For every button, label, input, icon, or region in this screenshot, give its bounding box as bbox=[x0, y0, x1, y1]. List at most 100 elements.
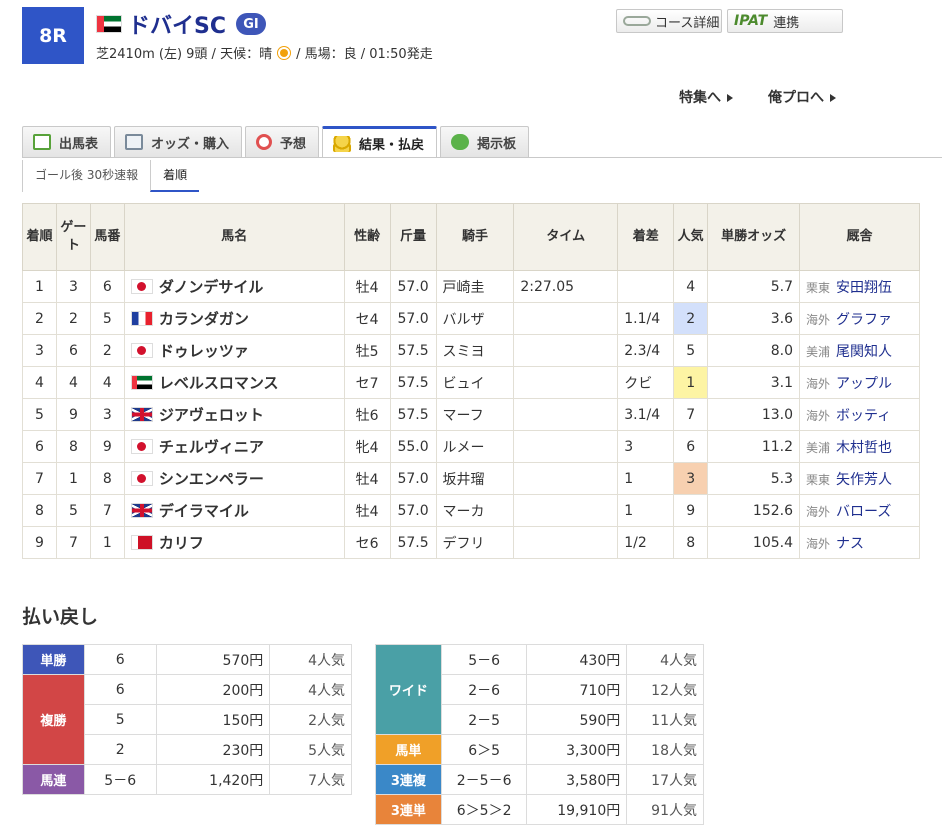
payout-popularity: 17人気 bbox=[626, 764, 704, 795]
payout-row: 3連単 6＞5＞2 19,910円 91人気 bbox=[375, 794, 704, 825]
jockey-link[interactable]: ビュイ bbox=[435, 366, 515, 399]
cell-margin: 1.1/4 bbox=[617, 302, 675, 335]
trainer-link[interactable]: アップル bbox=[836, 376, 892, 392]
cell-weight: 57.0 bbox=[389, 270, 437, 303]
horse-name-link[interactable]: ダノンデサイル bbox=[123, 270, 345, 303]
country-flag-icon bbox=[130, 343, 153, 358]
payout-row: 単勝 6 570円 4人気 bbox=[22, 644, 352, 675]
header-name: 馬名 bbox=[123, 203, 345, 271]
cell-pos: 8 bbox=[22, 494, 57, 527]
payout-row: ワイド 5－6 430円 4人気 bbox=[375, 644, 704, 735]
trainer-link[interactable]: 尾関知人 bbox=[836, 344, 892, 360]
jockey-link[interactable]: 坂井瑠 bbox=[435, 462, 515, 495]
jockey-link[interactable]: 戸崎圭 bbox=[435, 270, 515, 303]
horse-name-link[interactable]: デイラマイル bbox=[123, 494, 345, 527]
payout-amount: 3,300円 bbox=[526, 734, 628, 765]
subtab-quick-result[interactable]: ゴール後 30秒速報 bbox=[22, 160, 150, 192]
cell-time bbox=[513, 494, 619, 527]
race-name: ドバイSC bbox=[128, 14, 226, 39]
payout-row: 3連複 2－5－6 3,580円 17人気 bbox=[375, 764, 704, 795]
stable-area: 栗東 bbox=[806, 280, 831, 295]
horse-name-link[interactable]: カランダガン bbox=[123, 302, 345, 335]
payout-amount: 1,420円 bbox=[155, 764, 271, 795]
cell-popularity: 5 bbox=[673, 334, 709, 367]
horse-name-link[interactable]: ドゥレッツァ bbox=[123, 334, 345, 367]
feature-link[interactable]: 特集へ bbox=[679, 87, 733, 107]
cell-num: 5 bbox=[89, 302, 125, 335]
cell-weight: 57.5 bbox=[389, 334, 437, 367]
cell-popularity: 4 bbox=[673, 270, 709, 303]
cell-stable: 栗東 矢作芳人 bbox=[799, 462, 920, 495]
uae-flag-icon bbox=[96, 15, 122, 33]
payout-combo: 2－5 bbox=[440, 704, 528, 735]
horse-name-link[interactable]: レベルスロマンス bbox=[123, 366, 345, 399]
trainer-link[interactable]: ナス bbox=[836, 536, 864, 552]
cell-pos: 7 bbox=[22, 462, 57, 495]
payout-row: 馬連 5－6 1,420円 7人気 bbox=[22, 764, 352, 795]
trainer-link[interactable]: 木村哲也 bbox=[836, 440, 892, 456]
trainer-link[interactable]: バローズ bbox=[836, 504, 891, 520]
table-row: 5 9 3 ジアヴェロット 牡6 57.5 マーフ 3.1/4 7 13.0 海外 ボッティ bbox=[22, 398, 920, 431]
trainer-link[interactable]: 安田翔伍 bbox=[836, 280, 892, 296]
cell-odds: 11.2 bbox=[707, 430, 800, 463]
payout-table-left: 単勝 6 570円 4人気 複勝 6 200円 4人気 5 150円 2人気 2 230円 5人気 馬連 5－… bbox=[22, 644, 352, 795]
stable-area: 美浦 bbox=[806, 344, 831, 359]
trainer-link[interactable]: グラファ bbox=[836, 312, 892, 328]
cell-gate: 2 bbox=[55, 302, 91, 335]
tab-board[interactable]: 掲示板 bbox=[440, 126, 530, 157]
orepro-link[interactable]: 俺プロへ bbox=[768, 87, 836, 107]
jockey-link[interactable]: スミヨ bbox=[435, 334, 515, 367]
ipat-link-label: 連携 bbox=[773, 15, 800, 31]
payout-popularity: 4人気 bbox=[626, 644, 704, 675]
bet-type-label: 3連単 bbox=[375, 794, 442, 825]
tab-prediction[interactable]: 予想 bbox=[245, 126, 320, 157]
jockey-link[interactable]: マーカ bbox=[435, 494, 515, 527]
stable-area: 美浦 bbox=[806, 440, 831, 455]
country-flag-icon bbox=[130, 503, 153, 518]
jockey-link[interactable]: デフリ bbox=[435, 526, 515, 559]
horse-name-link[interactable]: ジアヴェロット bbox=[123, 398, 345, 431]
race-info-suffix: / 馬場：良 / 01:50発走 bbox=[296, 47, 433, 62]
tab-divider bbox=[22, 157, 942, 158]
cell-odds: 3.6 bbox=[707, 302, 800, 335]
cell-time bbox=[513, 526, 619, 559]
cell-gate: 5 bbox=[55, 494, 91, 527]
payout-row: 複勝 6 200円 4人気 bbox=[22, 674, 352, 765]
header-stable: 厩舎 bbox=[799, 203, 920, 271]
arrow-right-icon bbox=[830, 94, 836, 102]
bet-type-label: 馬単 bbox=[375, 734, 442, 765]
payout-combo: 6 bbox=[83, 674, 157, 705]
bet-type-label: 複勝 bbox=[22, 674, 85, 765]
jockey-link[interactable]: バルザ bbox=[435, 302, 515, 335]
trainer-link[interactable]: ボッティ bbox=[836, 408, 891, 424]
jockey-link[interactable]: ルメー bbox=[435, 430, 515, 463]
horse-name-link[interactable]: チェルヴィニア bbox=[123, 430, 345, 463]
cell-num: 8 bbox=[89, 462, 125, 495]
tab-odds[interactable]: オッズ・購入 bbox=[114, 126, 243, 157]
horse-name-link[interactable]: シンエンペラー bbox=[123, 462, 345, 495]
tab-entry[interactable]: 出馬表 bbox=[22, 126, 112, 157]
cell-gate: 1 bbox=[55, 462, 91, 495]
cell-num: 3 bbox=[89, 398, 125, 431]
table-row: 6 8 9 チェルヴィニア 牝4 55.0 ルメー 3 6 11.2 美浦 木村哲也 bbox=[22, 430, 920, 463]
header-popularity: 人気 bbox=[673, 203, 709, 271]
horse-name-link[interactable]: カリフ bbox=[123, 526, 345, 559]
course-detail-button[interactable]: コース詳細 bbox=[616, 9, 722, 33]
payout-amount: 230円 bbox=[155, 734, 271, 765]
cell-gate: 4 bbox=[55, 366, 91, 399]
payout-amount: 570円 bbox=[155, 644, 271, 675]
ipat-link-button[interactable]: IPAT 連携 bbox=[727, 9, 843, 33]
jockey-link[interactable]: マーフ bbox=[435, 398, 515, 431]
cell-margin: 3.1/4 bbox=[617, 398, 675, 431]
country-flag-icon bbox=[130, 407, 153, 422]
bet-type-label: ワイド bbox=[375, 644, 442, 735]
cell-stable: 海外 ナス bbox=[799, 526, 920, 559]
cell-margin: 1 bbox=[617, 462, 675, 495]
cell-odds: 3.1 bbox=[707, 366, 800, 399]
cell-sexage: セ7 bbox=[343, 366, 391, 399]
trainer-link[interactable]: 矢作芳人 bbox=[836, 472, 892, 488]
cell-stable: 栗東 安田翔伍 bbox=[799, 270, 920, 303]
tab-results[interactable]: 結果・払戻 bbox=[322, 126, 438, 158]
cell-sexage: 牝4 bbox=[343, 430, 391, 463]
subtab-finishing-order[interactable]: 着順 bbox=[150, 160, 200, 192]
